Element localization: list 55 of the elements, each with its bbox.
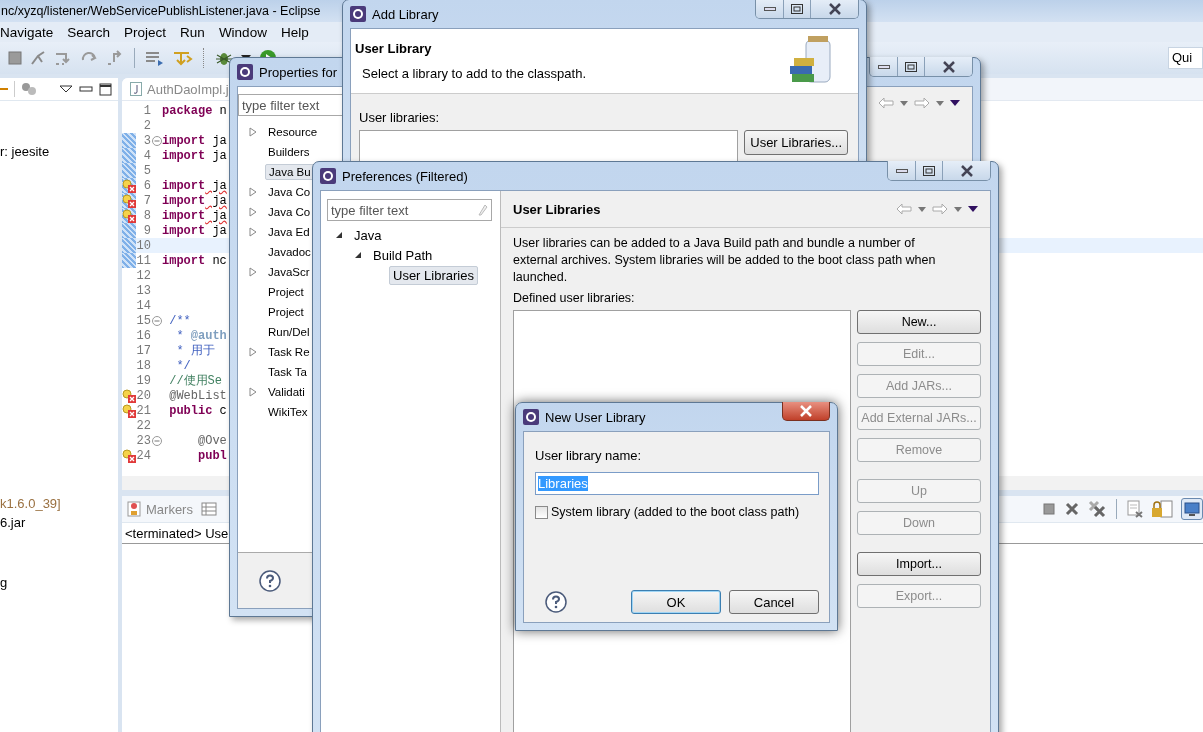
line-number: 2 [142, 118, 151, 133]
code-line: import nc [162, 253, 227, 268]
dialog-title: Add Library [372, 6, 439, 22]
code-line: import ja [162, 223, 227, 238]
line-number: 18 [136, 358, 151, 373]
line-number: 20 [136, 388, 151, 403]
code-line: import ja [162, 208, 227, 223]
field-label: User library name: [535, 448, 643, 463]
code-line: public c [168, 403, 227, 418]
code-line: * @auth [175, 328, 227, 343]
code-line: /** [168, 313, 191, 328]
line-number: 19 [136, 373, 151, 388]
line-number: 6 [142, 178, 151, 193]
wizard-description: Select a library to add to the classpath. [361, 66, 586, 81]
page-description: User libraries can be added to a Java Build path and bundle a number of external archives. System libraries will be added to the boot class path when launched. [513, 235, 937, 286]
code-line: import ja [162, 133, 227, 148]
line-number: 3 [142, 133, 151, 148]
code-line: @Ove [197, 433, 227, 448]
line-number: 14 [136, 298, 151, 313]
code-line: //使用Se [168, 373, 222, 389]
line-number: 17 [136, 343, 151, 358]
line-number: 16 [136, 328, 151, 343]
checkbox-label: System library (added to the boot class path) [551, 505, 800, 519]
line-number: 4 [142, 148, 151, 163]
list-label: User libraries: [359, 110, 441, 125]
line-number: 22 [136, 418, 151, 433]
dialog-title: New User Library [545, 409, 646, 425]
list-label: Defined user libraries: [513, 291, 636, 305]
line-number: 10 [136, 238, 151, 253]
code-line: @WebList [168, 388, 227, 403]
console-text: <terminated> Use [125, 525, 229, 541]
line-number: 24 [136, 448, 151, 463]
line-number: 15 [136, 313, 151, 328]
code-line: import ja [162, 178, 227, 193]
line-number: 1 [142, 103, 151, 118]
line-number: 21 [136, 403, 151, 418]
code-line: package n [162, 103, 227, 118]
code-line: */ [175, 358, 191, 373]
dialog-title: Properties for [259, 64, 338, 80]
code-line: import ja [162, 193, 227, 208]
wizard-heading: User Library [355, 41, 433, 56]
line-number: 12 [136, 268, 151, 283]
dialog-title: Preferences (Filtered) [342, 168, 468, 184]
line-number: 5 [142, 163, 151, 178]
page-heading: User Libraries [513, 201, 601, 217]
code-line: publ [197, 448, 227, 463]
line-number: 23 [136, 433, 151, 448]
code-line: import ja [162, 148, 227, 163]
line-number: 7 [142, 193, 151, 208]
line-number: 13 [136, 283, 151, 298]
line-number: 8 [142, 208, 151, 223]
code-line: * 用于 [175, 343, 215, 359]
line-number: 9 [142, 223, 151, 238]
window-title: nc/xyzq/listener/WebServicePublishListener.java - Eclipse [1, 4, 321, 18]
line-number: 11 [136, 253, 151, 268]
